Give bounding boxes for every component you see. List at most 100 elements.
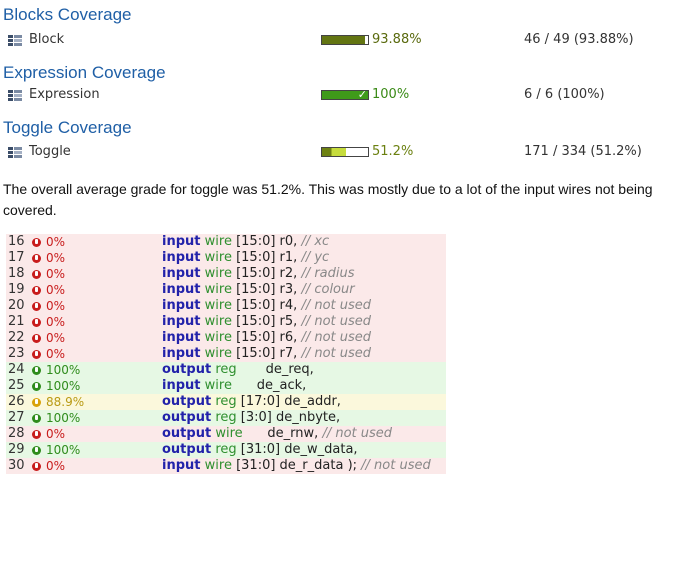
table-icon	[8, 147, 22, 158]
code-comment: // not used	[297, 330, 372, 345]
signal-declaration: [31:0] de_w_data,	[236, 442, 358, 457]
code-text: output wire de_rnw, // not used	[162, 426, 392, 442]
signal-declaration: [17:0] de_addr,	[236, 394, 341, 409]
line-number: 29	[8, 442, 25, 457]
line-coverage-percent: 0%	[46, 251, 66, 265]
table-icon	[8, 35, 22, 46]
line-number: 19	[8, 282, 25, 297]
check-circle-icon	[32, 382, 41, 391]
code-text: output reg [17:0] de_addr,	[162, 394, 341, 410]
check-icon: ✓	[357, 88, 367, 101]
code-line: 16 0% input wire [15:0] r0, // xc	[6, 234, 446, 250]
line-number: 21	[8, 314, 25, 329]
keyword: input	[162, 458, 201, 473]
toggle-coverage-fill	[322, 148, 346, 156]
line-number: 23	[8, 346, 25, 361]
type-keyword: wire	[204, 458, 232, 473]
keyword: input	[162, 330, 201, 345]
code-line: 26 88.9% output reg [17:0] de_addr,	[6, 394, 446, 410]
line-coverage-percent: 0%	[46, 315, 66, 329]
line-coverage-percent: 100%	[46, 363, 81, 377]
code-comment: // not used	[297, 346, 372, 361]
keyword: input	[162, 298, 201, 313]
type-keyword: wire	[204, 250, 232, 265]
code-comment: // radius	[297, 266, 355, 281]
alert-icon	[32, 302, 41, 311]
line-coverage-percent: 0%	[46, 267, 66, 281]
expression-metric-row: Expression ✓ 100% 6 / 6 (100%)	[8, 87, 678, 105]
line-coverage-percent: 100%	[46, 443, 81, 457]
type-keyword: reg	[215, 442, 237, 457]
blocks-coverage-title: Blocks Coverage	[3, 5, 132, 24]
code-text: output reg de_req,	[162, 362, 314, 378]
code-comment: // not used	[297, 314, 372, 329]
code-text: input wire [15:0] r0, // xc	[162, 234, 329, 250]
signal-declaration: [15:0] r2,	[231, 266, 298, 281]
code-line: 30 0% input wire [31:0] de_r_data ); // no…	[6, 458, 446, 474]
line-number: 22	[8, 330, 25, 345]
table-icon	[8, 90, 22, 101]
code-text: input wire [15:0] r1, // yc	[162, 250, 329, 266]
toggle-coverage-percent: 51.2%	[372, 144, 414, 159]
check-circle-icon	[32, 366, 41, 375]
line-coverage-percent: 0%	[46, 427, 66, 441]
code-line: 17 0% input wire [15:0] r1, // yc	[6, 250, 446, 266]
code-text: input wire [15:0] r4, // not used	[162, 298, 371, 314]
toggle-coverage-count: 171 / 334 (51.2%)	[524, 144, 642, 159]
signal-declaration: [15:0] r0,	[231, 234, 298, 249]
keyword: output	[162, 394, 212, 409]
alert-icon	[32, 270, 41, 279]
keyword: input	[162, 346, 201, 361]
code-comment: // not used	[357, 458, 431, 473]
code-text: input wire [31:0] de_r_data ); // not us…	[162, 458, 431, 474]
summary-paragraph: The overall average grade for toggle was…	[3, 181, 653, 218]
keyword: input	[162, 250, 201, 265]
keyword: output	[162, 442, 212, 457]
code-line: 27 100% output reg [3:0] de_nbyte,	[6, 410, 446, 426]
line-coverage-percent: 0%	[46, 331, 66, 345]
type-keyword: wire	[215, 426, 243, 441]
line-coverage-percent: 0%	[46, 347, 66, 361]
code-text: output reg [31:0] de_w_data,	[162, 442, 358, 458]
line-coverage-percent: 0%	[46, 283, 66, 297]
code-comment: // not used	[318, 426, 393, 441]
code-line: 24 100% output reg de_req,	[6, 362, 446, 378]
keyword: input	[162, 378, 201, 393]
code-text: input wire [15:0] r7, // not used	[162, 346, 371, 362]
code-text: input wire de_ack,	[162, 378, 306, 394]
expression-metric-label: Expression	[29, 87, 100, 102]
code-line: 20 0% input wire [15:0] r4, // not used	[6, 298, 446, 314]
line-coverage-percent: 100%	[46, 411, 81, 425]
keyword: input	[162, 314, 201, 329]
signal-declaration: [3:0] de_nbyte,	[236, 410, 341, 425]
keyword: output	[162, 362, 212, 377]
code-line: 28 0% output wire de_rnw, // not used	[6, 426, 446, 442]
line-number: 17	[8, 250, 25, 265]
line-number: 18	[8, 266, 25, 281]
toggle-coverage-bar	[321, 147, 369, 157]
type-keyword: wire	[204, 330, 232, 345]
code-text: input wire [15:0] r6, // not used	[162, 330, 371, 346]
source-code-listing: 16 0% input wire [15:0] r0, // xc 17 0% input…	[6, 234, 446, 474]
expression-coverage-percent: 100%	[372, 87, 410, 102]
line-coverage-percent: 0%	[46, 235, 66, 249]
check-circle-icon	[32, 398, 41, 407]
toggle-coverage-title: Toggle Coverage	[3, 118, 132, 137]
signal-declaration: de_ack,	[231, 378, 307, 393]
expression-coverage-title: Expression Coverage	[3, 63, 166, 82]
alert-icon	[32, 334, 41, 343]
block-coverage-fill	[322, 36, 366, 44]
type-keyword: reg	[215, 394, 237, 409]
code-line: 21 0% input wire [15:0] r5, // not used	[6, 314, 446, 330]
check-circle-icon	[32, 446, 41, 455]
code-text: input wire [15:0] r5, // not used	[162, 314, 371, 330]
type-keyword: wire	[204, 298, 232, 313]
keyword: output	[162, 426, 212, 441]
block-metric-label: Block	[29, 32, 65, 47]
code-line: 18 0% input wire [15:0] r2, // radius	[6, 266, 446, 282]
line-number: 24	[8, 362, 25, 377]
keyword: input	[162, 282, 201, 297]
code-comment: // xc	[297, 234, 330, 249]
line-number: 25	[8, 378, 25, 393]
code-line: 25 100% input wire de_ack,	[6, 378, 446, 394]
